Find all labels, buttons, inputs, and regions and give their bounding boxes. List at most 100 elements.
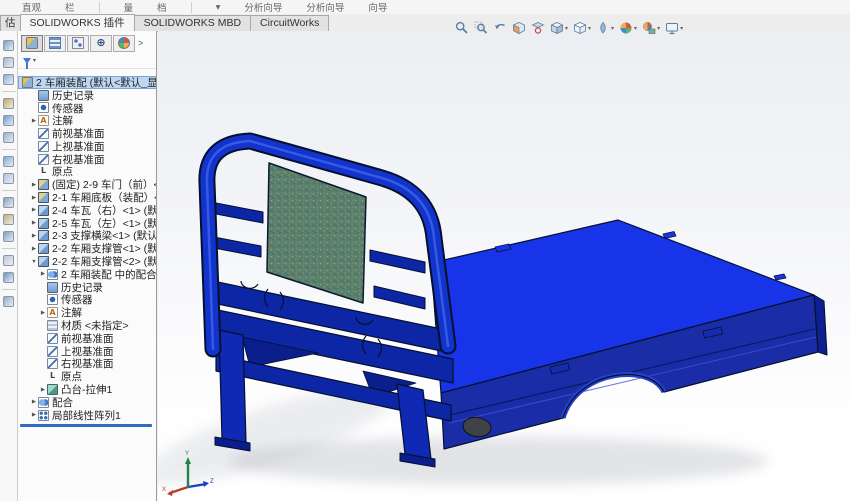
tree-item-label: 注解	[52, 115, 73, 128]
measure-icon[interactable]	[3, 132, 14, 143]
tree-item[interactable]: 历史记录	[18, 89, 156, 102]
tree-expander[interactable]: ▶	[39, 310, 47, 316]
tree-item[interactable]: L 原点	[18, 370, 156, 383]
tab-displaymanager[interactable]	[113, 34, 135, 52]
tree-item[interactable]: 传感器	[18, 294, 156, 306]
tree-item[interactable]: ▶ 2-3 支撑横梁<1> (默认<<默认>_	[18, 230, 156, 242]
tab-dimxpertmanager[interactable]: ⊕	[90, 34, 112, 52]
tree-expander[interactable]: ▼	[30, 259, 38, 265]
cube-icon[interactable]	[3, 173, 14, 184]
command-tab[interactable]: SOLIDWORKS 插件	[19, 14, 135, 31]
part-icon	[38, 217, 49, 229]
tree-expander[interactable]: ▶	[30, 220, 38, 226]
tree-item[interactable]: ▶ 2-1 车厢底板（装配）<1> (默认<	[18, 191, 156, 204]
sphere-icon[interactable]	[3, 197, 14, 208]
tree-item[interactable]: 材质 <未指定>	[18, 319, 156, 332]
ribbon-button[interactable]: 档	[157, 0, 167, 14]
ribbon-button[interactable]: 栏	[65, 0, 75, 14]
tree-item[interactable]: ▶ 2-2 车厢支撑管<1> (默认<<默认	[18, 242, 156, 255]
boxes-icon[interactable]	[3, 74, 14, 85]
image-icon[interactable]	[3, 98, 14, 109]
dropdown-caret-icon[interactable]: ▾	[611, 25, 614, 32]
ribbon-button[interactable]: 量	[124, 0, 134, 14]
ghost-icon[interactable]	[3, 255, 14, 266]
tab-configurationmanager[interactable]	[67, 34, 89, 52]
rollback-bar[interactable]	[20, 423, 152, 427]
tree-item[interactable]: 右视基准面	[18, 153, 156, 166]
tree-expander[interactable]: ▶	[30, 195, 38, 201]
panel-overflow-button[interactable]: >	[138, 38, 143, 48]
tree-item[interactable]: 前视基准面	[18, 127, 156, 140]
tree-item[interactable]: 前视基准面	[18, 332, 156, 345]
tree-expander[interactable]: ▶	[39, 387, 47, 393]
apply-scene-icon[interactable]: ▾	[642, 21, 660, 35]
zoom-fit-icon[interactable]	[455, 21, 469, 35]
graphics-viewport[interactable]: X Z Y	[158, 31, 850, 501]
tree-item[interactable]: ▶ 局部线性阵列1	[18, 409, 156, 422]
box2-icon[interactable]	[3, 231, 14, 242]
dropdown-caret-icon[interactable]: ▾	[657, 25, 660, 32]
tree-item[interactable]: ▶ 2-4 车瓦（右）<1> (默认<<默认>	[18, 204, 156, 217]
tree-item[interactable]: 上视基准面	[18, 140, 156, 153]
hide-show-items-icon[interactable]: ▾	[596, 21, 614, 35]
left-toolbar	[0, 31, 18, 501]
dropdown-caret-icon[interactable]: ▾	[565, 25, 568, 32]
grid-icon[interactable]	[3, 296, 14, 307]
command-tab-partial[interactable]: 估	[0, 15, 21, 31]
tree-filter-row[interactable]: ▾	[18, 53, 156, 69]
tree-item[interactable]: ▶ (固定) 2-9 车门（前）<1> (默认<	[18, 178, 156, 191]
tab-propertymanager[interactable]	[44, 34, 66, 52]
command-tab[interactable]: SOLIDWORKS MBD	[133, 15, 252, 31]
edit-appearance-icon[interactable]: ▾	[619, 21, 637, 35]
model-canvas[interactable]: X Z Y	[158, 31, 850, 501]
tree-item[interactable]: ▼ 2-2 车厢支撑管<2> (默认<<默认	[18, 255, 156, 268]
tree-item[interactable]: 上视基准面	[18, 345, 156, 358]
layers-icon[interactable]	[3, 57, 14, 68]
ribbon-button[interactable]: 分析向导	[306, 0, 344, 14]
dropdown-caret-icon[interactable]: ▾	[588, 25, 591, 32]
tree-expander[interactable]: ▶	[30, 118, 38, 124]
tree-expander[interactable]: ▶	[30, 233, 38, 239]
ribbon-button[interactable]: 分析向导	[244, 0, 282, 14]
tree-expander[interactable]: ▶	[30, 399, 38, 405]
previous-view-icon[interactable]	[493, 21, 507, 35]
tree-item[interactable]: 2 车厢装配 (默认<默认_显示状态-1>)	[18, 76, 156, 89]
cylinder-icon[interactable]	[3, 156, 14, 167]
annotation-views-icon[interactable]	[531, 21, 545, 35]
dropdown-caret-icon[interactable]: ▾	[680, 25, 683, 32]
tab-configurationmanager-icon	[72, 37, 84, 49]
tab-featuremanager[interactable]	[21, 34, 43, 52]
tree-item[interactable]: ▶ 凸台-拉伸1	[18, 383, 156, 396]
tree-item[interactable]: 历史记录	[18, 281, 156, 294]
tree-item[interactable]: 右视基准面	[18, 358, 156, 370]
tree-expander[interactable]: ▶	[30, 246, 38, 252]
folder-icon[interactable]	[3, 272, 14, 283]
tree-expander[interactable]: ▶	[30, 182, 38, 188]
section-view-icon[interactable]	[512, 21, 526, 35]
tree-expander[interactable]: ▶	[30, 412, 38, 418]
ribbon-button[interactable]: 直观	[22, 0, 41, 14]
tree-item[interactable]: 传感器	[18, 102, 156, 114]
tree-item[interactable]: ▶ 2-5 车瓦（左）<1> (默认<<默认>	[18, 217, 156, 230]
tree-item[interactable]: ▶ A 注解	[18, 306, 156, 319]
tree-expander[interactable]: ▶	[30, 207, 38, 213]
zoom-area-icon[interactable]	[474, 21, 488, 35]
appearance-icon[interactable]	[3, 214, 14, 225]
command-tab[interactable]: CircuitWorks	[250, 15, 330, 31]
tree-item-label: 上视基准面	[52, 140, 105, 153]
tree-item[interactable]: ▶ A 注解	[18, 114, 156, 127]
ribbon-button[interactable]: 向导	[368, 0, 387, 14]
ribbon-button[interactable]: ▾	[216, 2, 221, 13]
tree-item[interactable]: ▶ 配合	[18, 396, 156, 409]
display-style-icon[interactable]: ▾	[573, 21, 591, 35]
dropdown-caret-icon[interactable]: ▾	[634, 25, 637, 32]
material-icon	[47, 320, 58, 332]
tree-item[interactable]: L 原点	[18, 166, 156, 178]
tree-item[interactable]: ▶ 2 车厢装配 中的配合	[18, 268, 156, 281]
view-settings-icon[interactable]: ▾	[665, 21, 683, 35]
view-orientation-icon[interactable]: ▾	[550, 21, 568, 35]
box-dropdown-icon[interactable]	[3, 115, 14, 126]
tree-item-label: 2-5 车瓦（左）<1> (默认<<默认>	[52, 217, 156, 230]
tree-expander[interactable]: ▶	[39, 271, 47, 277]
report-icon[interactable]	[3, 40, 14, 51]
